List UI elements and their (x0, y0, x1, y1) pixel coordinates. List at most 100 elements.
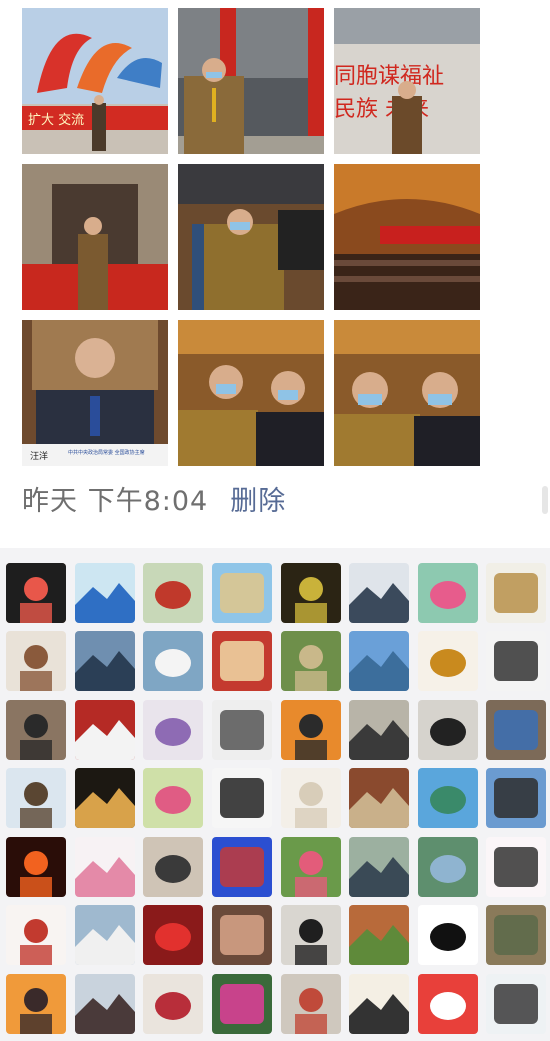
man-bench-avatar (486, 905, 546, 965)
liker-avatar[interactable] (281, 974, 341, 1034)
liker-avatar[interactable] (418, 700, 478, 760)
liker-avatar[interactable] (349, 974, 409, 1034)
purple-flowers-avatar (143, 700, 203, 760)
liker-avatar[interactable] (349, 700, 409, 760)
two-men-avatar (349, 563, 409, 623)
liker-avatar[interactable] (418, 905, 478, 965)
drawn-woman-avatar (486, 974, 546, 1034)
liker-avatar[interactable] (486, 905, 546, 965)
liker-avatar[interactable] (486, 631, 546, 691)
calligraphy-red-avatar (6, 905, 66, 965)
liker-avatar[interactable] (212, 700, 272, 760)
photo-1[interactable]: 扩大 交流 (22, 8, 168, 154)
liker-avatar[interactable] (75, 837, 135, 897)
liker-avatar[interactable] (281, 563, 341, 623)
coin-product-avatar (486, 563, 546, 623)
post-time: 昨天 下午8:04 (22, 485, 209, 517)
liker-avatar[interactable] (6, 563, 66, 623)
liker-avatar[interactable] (6, 974, 66, 1034)
two-men-selfie-photo (178, 320, 324, 466)
liker-avatar[interactable] (75, 768, 135, 828)
photo-7[interactable]: 汪洋 中共中央政治局常委 全国政协主席 (22, 320, 168, 466)
liker-avatar[interactable] (75, 631, 135, 691)
liker-avatar[interactable] (486, 974, 546, 1034)
liker-avatar[interactable] (143, 768, 203, 828)
woman-selfie-avatar (143, 974, 203, 1034)
caption-title: 中共中央政治局常委 全国政协主席 (68, 449, 145, 456)
beach-avatar (212, 563, 272, 623)
photo-3[interactable]: 同胞谋福祉 民族 未来 (334, 8, 480, 154)
liker-avatar[interactable] (75, 700, 135, 760)
eagle-avatar (486, 768, 546, 828)
liker-avatar[interactable] (486, 837, 546, 897)
liker-avatar[interactable] (6, 837, 66, 897)
liker-avatar[interactable] (418, 631, 478, 691)
photo-6[interactable] (334, 164, 480, 310)
man-slogan-wall-photo: 同胞谋福祉 民族 未来 (334, 8, 480, 154)
liker-avatar[interactable] (6, 768, 66, 828)
auditorium-photo (334, 164, 480, 310)
liker-avatar[interactable] (212, 631, 272, 691)
fire-horse-avatar (6, 837, 66, 897)
liker-avatar[interactable] (349, 768, 409, 828)
liker-avatar[interactable] (418, 563, 478, 623)
caricature-avatar (212, 768, 272, 828)
calligraphy-scroll-avatar (349, 974, 409, 1034)
tiger-art-avatar (281, 700, 341, 760)
liker-avatar[interactable] (75, 905, 135, 965)
elderly-woman-avatar (75, 974, 135, 1034)
liker-avatar[interactable] (143, 905, 203, 965)
teacup-avatar (143, 631, 203, 691)
liker-avatar[interactable] (143, 631, 203, 691)
liker-avatar[interactable] (349, 563, 409, 623)
liker-avatar[interactable] (6, 905, 66, 965)
man-dark-shirt-avatar (418, 700, 478, 760)
liker-avatar[interactable] (418, 768, 478, 828)
liker-avatar[interactable] (143, 974, 203, 1034)
liker-avatar[interactable] (212, 563, 272, 623)
phoenix-avatar (418, 631, 478, 691)
delete-link[interactable]: 删除 (230, 479, 286, 518)
photo-5[interactable] (178, 164, 324, 310)
liker-avatar[interactable] (6, 700, 66, 760)
liker-avatar[interactable] (486, 700, 546, 760)
woman-short-hair-avatar (212, 905, 272, 965)
liker-avatar[interactable] (281, 905, 341, 965)
liker-avatar[interactable] (486, 563, 546, 623)
caption-name: 汪洋 (30, 450, 48, 462)
liker-avatar[interactable] (143, 700, 203, 760)
liker-avatar[interactable] (212, 768, 272, 828)
woman-red-dress-avatar (143, 563, 203, 623)
liker-avatar[interactable] (418, 837, 478, 897)
liker-avatar[interactable] (143, 837, 203, 897)
banner-stage-photo: 扩大 交流 (22, 8, 168, 154)
liker-avatar[interactable] (75, 974, 135, 1034)
liker-avatar[interactable] (212, 905, 272, 965)
liker-avatar[interactable] (281, 700, 341, 760)
photo-2[interactable] (178, 8, 324, 154)
photo-8[interactable] (178, 320, 324, 466)
blue-lotus-avatar (75, 563, 135, 623)
liker-avatar[interactable] (212, 837, 272, 897)
liker-avatar[interactable] (281, 768, 341, 828)
man-seated-hall-photo (178, 164, 324, 310)
liker-avatar[interactable] (418, 974, 478, 1034)
liker-avatar[interactable] (349, 631, 409, 691)
liker-avatar[interactable] (212, 974, 272, 1034)
moment-meta: 昨天 下午8:04 删除 (22, 478, 286, 518)
liker-avatar[interactable] (281, 837, 341, 897)
photo-4[interactable] (22, 164, 168, 310)
autumn-garden-avatar (349, 905, 409, 965)
scroll-indicator[interactable] (542, 486, 548, 514)
man-office-avatar (349, 768, 409, 828)
liker-avatar[interactable] (281, 631, 341, 691)
liker-avatar[interactable] (349, 837, 409, 897)
liker-avatar[interactable] (6, 631, 66, 691)
speaker-broadcast-photo: 汪洋 中共中央政治局常委 全国政协主席 (22, 320, 168, 466)
liker-avatar[interactable] (143, 563, 203, 623)
photo-9[interactable] (334, 320, 480, 466)
liker-avatar[interactable] (75, 563, 135, 623)
liker-avatar[interactable] (486, 768, 546, 828)
cartoon-rabbit-avatar (486, 837, 546, 897)
liker-avatar[interactable] (349, 905, 409, 965)
